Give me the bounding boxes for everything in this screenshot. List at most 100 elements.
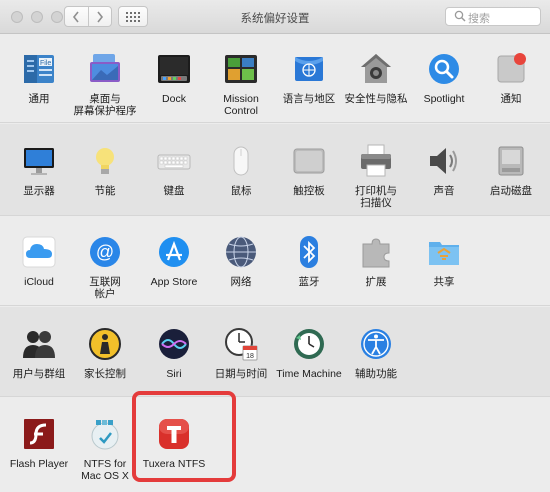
search-placeholder: 搜索 — [468, 13, 490, 25]
trackpad-icon — [293, 148, 325, 174]
pref-security-privacy[interactable]: 安全性与隐私 — [341, 51, 411, 105]
puzzle-piece-icon — [362, 238, 390, 268]
pref-accessibility[interactable]: 辅助功能 — [341, 326, 411, 380]
pref-printers-scanners[interactable]: 打印机与 扫描仪 — [341, 143, 411, 209]
pref-label: 蓝牙 — [298, 276, 320, 288]
globe-icon — [226, 236, 256, 268]
pref-label: 辅助功能 — [355, 368, 397, 380]
pref-label: 声音 — [433, 185, 455, 197]
at-sign-icon: @ — [90, 237, 120, 267]
bluetooth-icon — [300, 236, 318, 268]
pref-label: iCloud — [24, 276, 54, 288]
pref-internet-accounts[interactable]: @ 互联网 帐户 — [70, 234, 140, 300]
pref-label: 打印机与 扫描仪 — [355, 185, 397, 209]
app-store-icon — [159, 237, 189, 267]
pref-label: Spotlight — [423, 93, 465, 105]
svg-text:File: File — [40, 60, 51, 67]
search-icon — [454, 10, 466, 22]
spotlight-icon — [429, 54, 459, 84]
pref-spotlight[interactable]: Spotlight — [409, 51, 479, 105]
toolbar: 系统偏好设置 搜索 — [0, 0, 550, 34]
pref-label: 鼠标 — [230, 185, 252, 197]
keyboard-icon — [157, 154, 191, 170]
pref-label: Mission Control — [223, 93, 259, 117]
folder-sharing-icon — [429, 242, 459, 265]
pref-label: 网络 — [230, 276, 252, 288]
pref-label: 扩展 — [365, 276, 387, 288]
pref-label: 日期与时间 — [214, 368, 268, 380]
pref-label: 安全性与隐私 — [344, 93, 408, 105]
general-icon: File — [24, 55, 54, 83]
pref-notifications[interactable]: 通知 — [476, 51, 546, 105]
users-icon — [23, 331, 55, 358]
pref-label: 互联网 帐户 — [89, 276, 121, 300]
pref-label: 显示器 — [23, 185, 55, 197]
pref-time-machine[interactable]: Time Machine — [274, 326, 344, 380]
pref-label: 共享 — [433, 276, 455, 288]
pref-label: Dock — [162, 93, 186, 105]
pref-label: 启动磁盘 — [490, 185, 532, 197]
hard-disk-icon — [498, 146, 524, 176]
pref-sound[interactable]: 声音 — [409, 143, 479, 197]
pref-general[interactable]: File 通用 — [4, 51, 74, 105]
pref-ntfs-for-mac[interactable]: NTFS for Mac OS X — [70, 416, 140, 482]
pref-siri[interactable]: Siri — [139, 326, 209, 380]
time-machine-icon — [294, 329, 324, 359]
pref-label: App Store — [150, 276, 198, 288]
pref-network[interactable]: 网络 — [206, 234, 276, 288]
pref-label: 用户与群组 — [12, 368, 66, 380]
pref-bluetooth[interactable]: 蓝牙 — [274, 234, 344, 288]
speaker-icon — [430, 148, 457, 174]
notifications-icon — [497, 53, 526, 83]
pref-dock[interactable]: Dock — [139, 51, 209, 105]
desktop-screensaver-icon — [90, 54, 120, 82]
calendar-day-number: 18 — [246, 353, 254, 360]
accessibility-icon — [361, 329, 391, 359]
pref-users-groups[interactable]: 用户与群组 — [4, 326, 74, 380]
pref-mission-control[interactable]: Mission Control — [206, 51, 276, 117]
pref-label: 节能 — [94, 185, 116, 197]
printer-icon — [361, 144, 391, 177]
pref-label: 语言与地区 — [282, 93, 336, 105]
pref-mouse[interactable]: 鼠标 — [206, 143, 276, 197]
pref-language-region[interactable]: 语言与地区 — [274, 51, 344, 105]
pref-sharing[interactable]: 共享 — [409, 234, 479, 288]
internet-section: iCloud @ 互联网 帐户 App Store 网络 蓝牙 扩展 共享 — [0, 217, 550, 306]
ntfs-for-mac-icon — [91, 420, 119, 450]
hardware-section: 显示器 节能 键盘 鼠标 触控板 打印机与 扫描仪 声音 启动磁盘 — [0, 124, 550, 216]
pref-parental-controls[interactable]: 家长控制 — [70, 326, 140, 380]
mouse-icon — [233, 146, 249, 176]
parental-controls-icon — [89, 328, 121, 360]
pref-keyboard[interactable]: 键盘 — [139, 143, 209, 197]
personal-section: File 通用 桌面与 屏幕保护程序 Dock Mission Control … — [0, 35, 550, 123]
pref-icloud[interactable]: iCloud — [4, 234, 74, 288]
system-preferences-window: 系统偏好设置 搜索 File 通用 桌面与 屏幕保护程序 Dock Missio… — [0, 0, 550, 492]
pref-displays[interactable]: 显示器 — [4, 143, 74, 197]
siri-icon — [159, 329, 189, 359]
language-region-icon — [295, 57, 323, 81]
pref-label: Time Machine — [276, 368, 342, 380]
system-section: 用户与群组 家长控制 Siri 18 日期与时间 Time Machine 辅助… — [0, 307, 550, 397]
pref-trackpad[interactable]: 触控板 — [274, 143, 344, 197]
pref-label: 触控板 — [293, 185, 325, 197]
dock-icon — [158, 55, 190, 83]
pref-label: Flash Player — [9, 458, 69, 470]
pref-label: 键盘 — [163, 185, 185, 197]
pref-app-store[interactable]: App Store — [139, 234, 209, 288]
flash-player-icon — [24, 419, 54, 449]
pref-energy-saver[interactable]: 节能 — [70, 143, 140, 197]
other-section: Flash Player NTFS for Mac OS X Tuxera NT… — [0, 398, 550, 492]
pref-label: 桌面与 屏幕保护程序 — [73, 93, 137, 117]
pref-startup-disk[interactable]: 启动磁盘 — [476, 143, 546, 197]
highlight-box — [132, 391, 236, 482]
pref-date-time[interactable]: 18 日期与时间 — [206, 326, 276, 380]
pref-extensions[interactable]: 扩展 — [341, 234, 411, 288]
pref-desktop-screensaver[interactable]: 桌面与 屏幕保护程序 — [70, 51, 140, 117]
pref-label: 家长控制 — [84, 368, 126, 380]
svg-text:@: @ — [96, 242, 114, 262]
pref-label: NTFS for Mac OS X — [81, 458, 129, 482]
pref-flash-player[interactable]: Flash Player — [4, 416, 74, 470]
pref-label: 通用 — [28, 93, 50, 105]
mission-control-icon — [225, 55, 257, 83]
clock-calendar-icon: 18 — [225, 328, 258, 361]
